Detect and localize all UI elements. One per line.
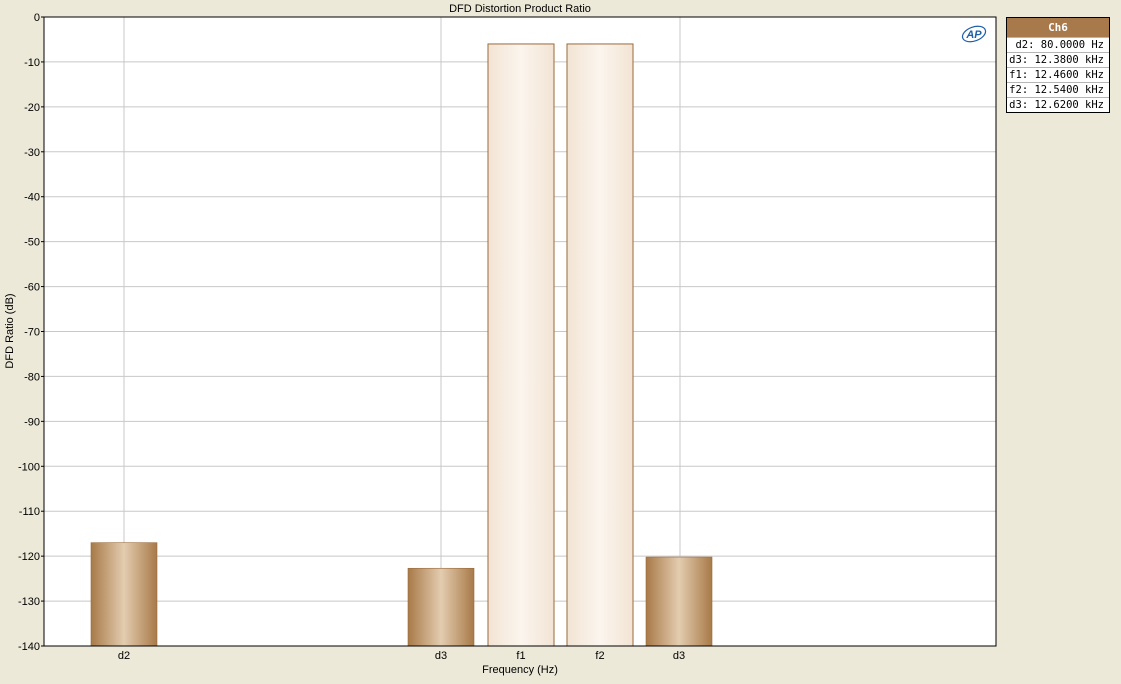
chart-svg: 0 -10 -20 -30 -40 -50 -60 -70 -80 -90 -100 -110 -120… [4,3,997,676]
legend-entry-f2: f2: 12.5400 kHz [1007,82,1109,97]
x-tick-label-f1: f1 [516,650,525,662]
y-tick-label: -50 [24,237,40,249]
bar-d3-4 [645,556,713,647]
bar-d3-1 [407,567,475,647]
y-tick-label: -80 [24,371,40,383]
x-tick-label-f2: f2 [595,650,604,662]
y-tick-label: -110 [19,506,40,518]
legend-entry-d3-low: d3: 12.3800 kHz [1007,52,1109,67]
y-tick-label: -10 [24,57,40,69]
bar-f2-3 [566,43,634,647]
legend-entry-d3-high: d3: 12.6200 kHz [1007,97,1109,112]
chart-title: DFD Distortion Product Ratio [449,3,591,15]
legend-entry-d2: d2: 80.0000 Hz [1007,37,1109,52]
chart-root: 0 -10 -20 -30 -40 -50 -60 -70 -80 -90 -100 -110 -120… [0,0,1121,679]
bar-f1-2 [487,43,555,647]
legend-channel: Ch6 [1007,18,1109,37]
y-tick-label: 0 [34,12,40,24]
y-tick-label: -130 [18,596,40,608]
legend: Ch6 d2: 80.0000 Hz d3: 12.3800 kHz f1: 1… [1006,17,1110,113]
y-tick-label: -70 [24,327,40,339]
y-tick-labels: 0 -10 -20 -30 -40 -50 -60 -70 -80 -90 -100 -110 -120… [18,12,44,653]
y-tick-label: -30 [24,147,40,159]
y-tick-label: -20 [24,102,40,114]
bar-d2-0 [90,542,158,647]
y-tick-label: -140 [18,641,40,653]
y-tick-label: -90 [24,416,40,428]
x-tick-label-d2: d2 [118,650,130,662]
x-tick-label-d3: d3 [673,650,685,662]
ap-logo-text: AP [965,29,982,41]
y-axis-label: DFD Ratio (dB) [4,293,16,368]
y-tick-label: -60 [24,282,40,294]
x-tick-labels: d2 d3 f1 f2 d3 [118,650,685,662]
y-tick-label: -120 [18,551,40,563]
y-tick-label: -40 [24,192,40,204]
legend-entry-f1: f1: 12.4600 kHz [1007,67,1109,82]
x-tick-label-d3: d3 [435,650,447,662]
x-axis-label: Frequency (Hz) [482,664,558,676]
y-tick-label: -100 [18,461,40,473]
